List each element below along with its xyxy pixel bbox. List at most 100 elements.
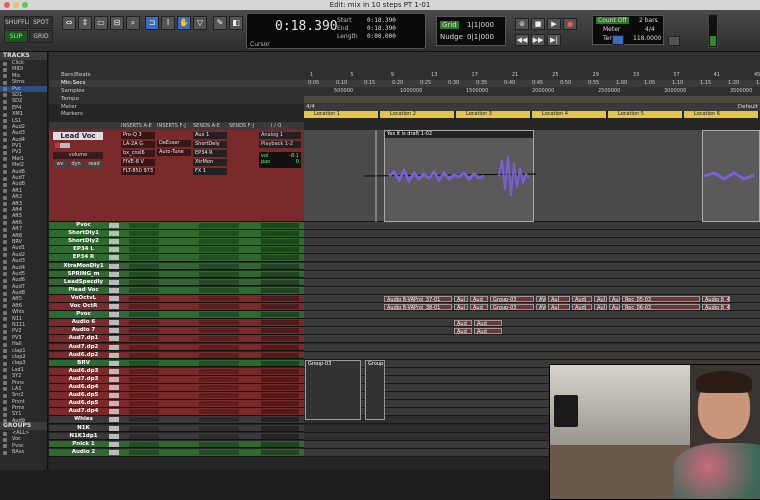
track-row[interactable]: Aud7.dp2 [49,343,304,352]
io-slot[interactable] [261,376,299,382]
record-button[interactable]: ● [563,18,577,30]
track-row[interactable]: XtraMonDly1 [49,262,304,271]
send-slot[interactable] [199,320,239,326]
track-name[interactable]: N1K [61,425,106,432]
spot-mode-button[interactable]: SPOT [29,16,53,29]
group-list-item[interactable]: BAss [0,449,47,455]
solo-button[interactable] [109,393,114,399]
plugin-slot[interactable]: FX 1 [193,168,227,175]
plugin-slot[interactable]: ShortDely [193,141,227,148]
send-slot[interactable] [199,417,239,423]
io-slot[interactable] [261,449,299,455]
mute-button[interactable] [114,425,119,431]
audio-clip[interactable]: Aul [594,304,607,310]
send-slot[interactable] [199,223,239,228]
send-slot[interactable] [199,344,239,350]
audio-clip[interactable]: Aul [548,304,570,310]
solo-button[interactable] [109,271,114,277]
solo-button[interactable] [109,401,114,407]
track-name[interactable]: Aud7.dp1 [61,335,106,342]
track-name[interactable]: EP34 R [61,254,106,261]
plugin-slot[interactable]: Pro-Q 3 [121,132,155,139]
lead-voc-input[interactable]: Analog 1 [259,132,301,139]
insert-slot[interactable] [129,320,159,326]
send-slot[interactable] [199,312,239,318]
io-slot[interactable] [261,368,299,374]
io-slot[interactable] [261,441,299,447]
mute-button[interactable] [114,368,119,374]
io-slot[interactable] [261,385,299,390]
solo-button[interactable] [109,263,114,269]
audio-clip[interactable]: Aud [474,320,502,327]
io-slot[interactable] [261,223,299,228]
meter-value[interactable]: 4/4 [645,26,655,33]
audio-clip[interactable]: AV [536,304,546,310]
track-lane[interactable] [304,351,760,360]
insert-slot[interactable] [129,231,159,237]
mute-button[interactable] [114,376,119,382]
insert-slot[interactable] [129,239,159,245]
audio-clip[interactable]: Aul [609,304,620,310]
track-row[interactable]: BRV [49,359,304,368]
plugin-slot[interactable]: bx_cnsl6 [121,150,155,157]
mute-button[interactable] [114,360,119,366]
mute-button[interactable] [114,441,119,447]
solo-button[interactable] [109,279,114,285]
send-slot[interactable] [199,295,239,301]
track-row[interactable]: EP34 L [49,246,304,255]
track-name[interactable]: Voc OctR [61,303,106,310]
io-slot[interactable] [261,433,299,439]
io-slot[interactable] [261,295,299,301]
solo-button[interactable] [109,449,114,455]
track-lane[interactable] [304,311,760,320]
track-lane[interactable] [304,254,760,263]
forward-button[interactable]: ▶▶ [531,34,545,46]
io-slot[interactable] [261,304,299,309]
track-name[interactable]: Aud7.dp3 [61,376,106,383]
mute-button[interactable] [114,401,119,407]
track-lane[interactable] [304,319,760,328]
track-lane[interactable] [304,262,760,271]
go-end-button[interactable]: ▶| [547,34,561,46]
track-name[interactable]: ShortDly2 [61,238,106,245]
zoomer-tool-icon[interactable]: ⊟ [110,16,124,30]
start-value[interactable]: 0:18.390 [367,17,396,24]
plugin-slot[interactable]: DeEsser [157,140,191,147]
lead-voc-read-button[interactable]: read [85,161,103,168]
audio-clip[interactable]: Aul [594,295,607,302]
location-marker[interactable]: Location 2 [380,111,454,118]
track-name[interactable]: Aud7.dp4 [61,408,106,415]
pencil-tool-icon[interactable]: ✎ [213,16,227,30]
track-name[interactable]: VoOctvL [61,295,106,302]
plugin-slot[interactable]: Aux 1 [193,132,227,139]
solo-button[interactable] [109,295,114,301]
minimize-window-icon[interactable] [13,2,19,8]
mute-button[interactable] [114,263,119,269]
track-name[interactable]: Audio 7 [61,327,106,334]
shuffle-mode-button[interactable]: SHUFFLE [4,16,32,29]
track-row[interactable]: Audio 6 [49,319,304,327]
insert-slot[interactable] [129,376,159,382]
io-slot[interactable] [261,336,299,342]
audio-clip[interactable]: Audio 8-VAProj_38-01 [384,304,452,310]
track-row[interactable]: N1K1dp1 [49,432,304,441]
insert-slot[interactable] [129,271,159,277]
zoom-in-icon[interactable]: ⇔ [62,16,76,30]
mute-button[interactable] [114,352,119,358]
io-slot[interactable] [261,328,299,334]
track-row[interactable]: Voc OctR [49,303,304,311]
solo-button[interactable] [109,247,114,253]
track-name[interactable]: Aud7.dp2 [61,344,106,351]
insert-slot[interactable] [129,344,159,350]
insert-slot[interactable] [129,417,159,423]
track-row[interactable]: Aud7.dp4 [49,408,304,417]
track-lane[interactable] [304,238,760,247]
send-slot[interactable] [199,231,239,237]
mute-button[interactable] [114,287,119,293]
track-name[interactable]: Aud6.dp4 [61,384,106,391]
io-slot[interactable] [261,247,299,253]
location-marker[interactable]: Location 3 [456,111,530,118]
lead-voc-track[interactable]: Lead Voc volume wv dyn read Pro-Q 3 LA-2A… [49,130,304,222]
audio-clip[interactable]: Audi [572,304,592,310]
track-row[interactable]: Aud7.dp1 [49,335,304,344]
